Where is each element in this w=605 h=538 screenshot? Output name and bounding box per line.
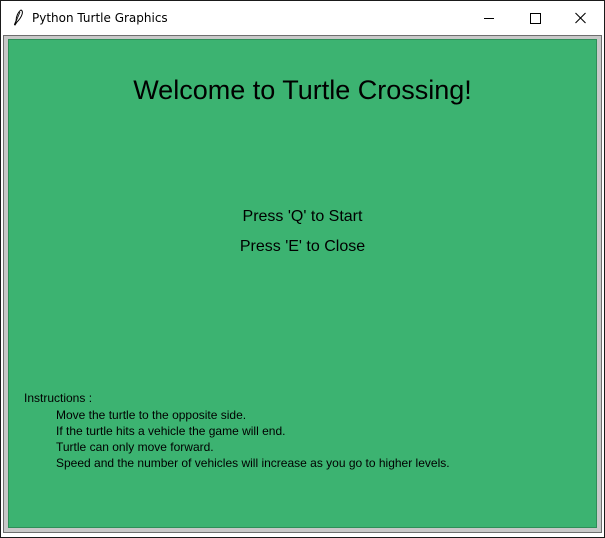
title-bar[interactable]: Python Turtle Graphics: [1, 1, 604, 35]
instruction-item: Move the turtle to the opposite side.: [56, 408, 247, 422]
minimize-icon: [484, 18, 494, 19]
start-prompt: Press 'Q' to Start: [242, 208, 363, 225]
window-title: Python Turtle Graphics: [32, 11, 168, 25]
instruction-item: Speed and the number of vehicles will in…: [56, 456, 450, 470]
canvas-frame: Welcome to Turtle Crossing! Press 'Q' to…: [3, 35, 602, 533]
instructions-heading: Instructions :: [24, 391, 93, 405]
minimize-button[interactable]: [466, 1, 512, 35]
close-button[interactable]: [558, 1, 604, 35]
close-icon: [575, 12, 586, 24]
app-window: Python Turtle Graphics Welcome to Turtle…: [0, 0, 605, 538]
instruction-item: If the turtle hits a vehicle the game wi…: [56, 424, 286, 438]
instructions-list: Move the turtle to the opposite side. If…: [56, 407, 450, 471]
feather-quill-icon: [10, 9, 26, 27]
maximize-button[interactable]: [512, 1, 558, 35]
close-prompt: Press 'E' to Close: [239, 238, 366, 255]
instruction-item: Turtle can only move forward.: [56, 440, 214, 454]
maximize-icon: [530, 13, 541, 24]
welcome-heading: Welcome to Turtle Crossing!: [133, 75, 472, 105]
